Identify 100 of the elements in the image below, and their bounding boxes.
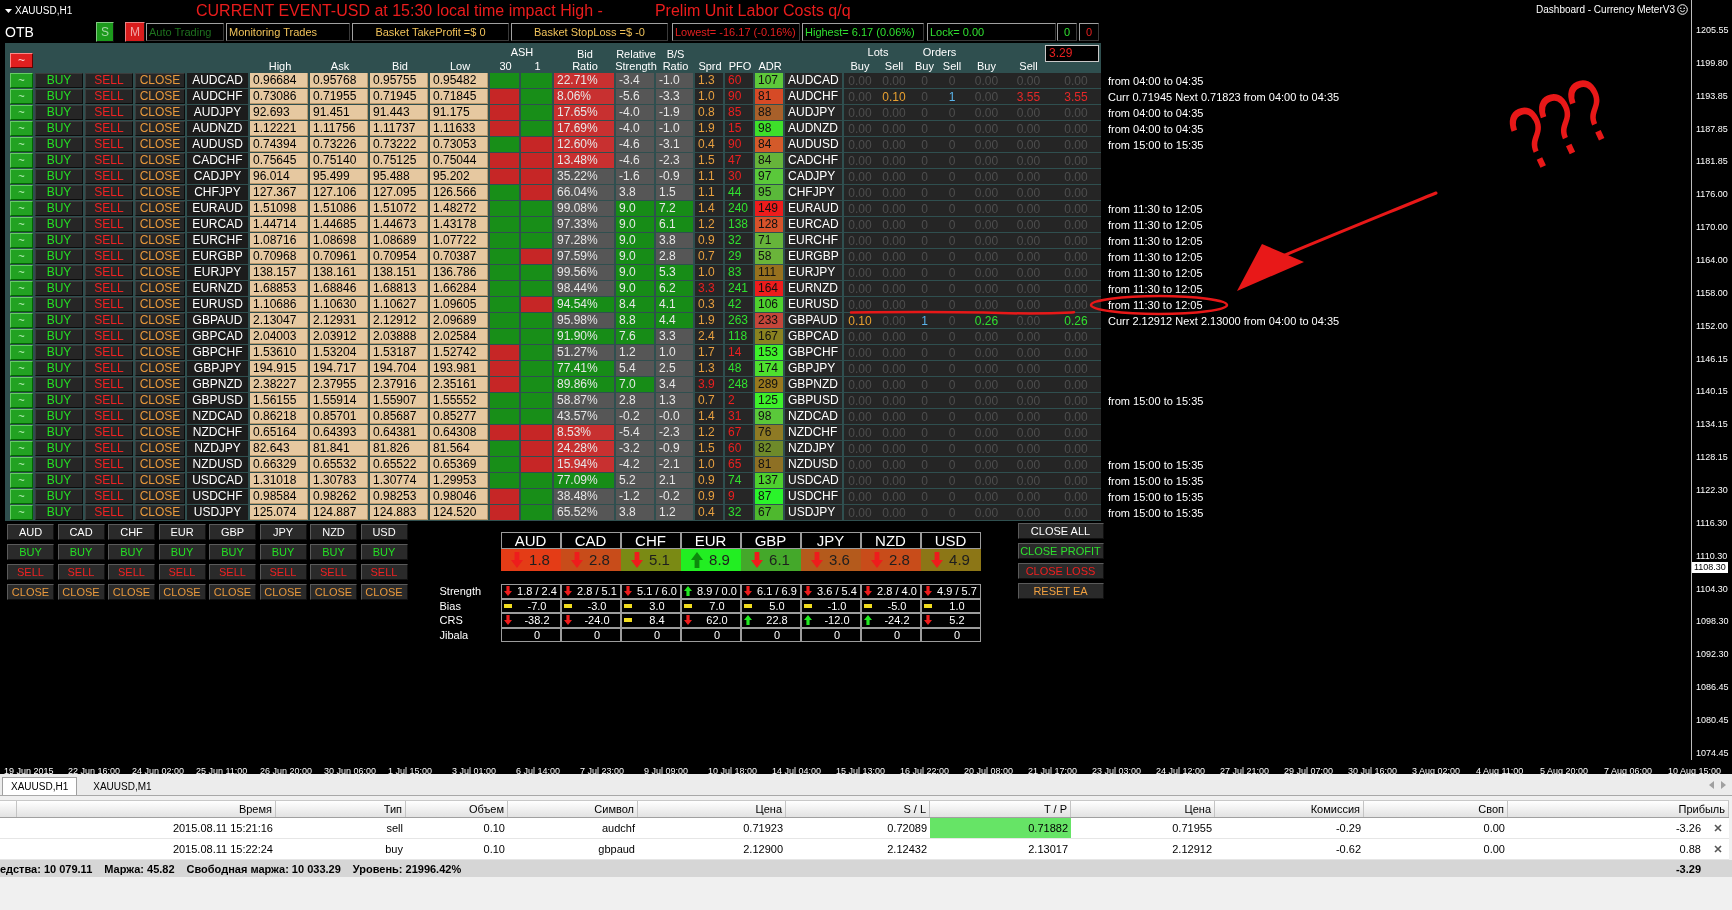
chart-tab[interactable]: XAUUSD,H1 [2,777,78,795]
sell-button[interactable]: SELL [85,393,133,408]
sell-button[interactable]: SELL [85,441,133,456]
buy-button[interactable]: BUY [35,489,83,504]
buy-button[interactable]: BUY [35,73,83,88]
close-button[interactable]: CLOSE [135,377,185,392]
close-button[interactable]: CLOSE [259,584,307,600]
sell-button[interactable]: SELL [85,409,133,424]
close-button[interactable]: CLOSE [135,313,185,328]
close-button[interactable]: CLOSE [135,281,185,296]
buy-button[interactable]: BUY [35,297,83,312]
close-button[interactable]: CLOSE [135,153,185,168]
sell-button[interactable]: SELL [85,457,133,472]
close-button[interactable]: CLOSE [135,217,185,232]
sell-button[interactable]: SELL [85,137,133,152]
close-button[interactable]: CLOSE [57,584,105,600]
sell-button[interactable]: SELL [85,297,133,312]
buy-button[interactable]: BUY [108,544,155,560]
buy-button[interactable]: BUY [35,313,83,328]
buy-button[interactable]: BUY [35,409,83,424]
buy-button[interactable]: BUY [259,544,307,560]
close-button[interactable]: CLOSE [135,329,185,344]
close-button[interactable]: CLOSE [135,361,185,376]
close-icon[interactable] [1714,845,1722,853]
sell-button[interactable]: SELL [85,425,133,440]
close-button[interactable]: CLOSE [135,105,185,120]
close-button[interactable]: CLOSE [135,409,185,424]
close-button[interactable]: CLOSE [135,137,185,152]
buy-button[interactable]: BUY [35,457,83,472]
sell-button[interactable]: SELL [85,121,133,136]
buy-button[interactable]: BUY [209,544,256,560]
sell-button[interactable]: SELL [85,153,133,168]
buy-button[interactable]: BUY [7,544,54,560]
sell-button[interactable]: SELL [85,201,133,216]
close-icon[interactable] [1714,824,1722,832]
buy-button[interactable]: BUY [35,105,83,120]
close-button[interactable]: CLOSE [135,185,185,200]
buy-button[interactable]: BUY [35,281,83,296]
buy-button[interactable]: BUY [35,329,83,344]
buy-button[interactable]: BUY [35,393,83,408]
close-button[interactable]: CLOSE [135,89,185,104]
close-button[interactable]: CLOSE [135,505,185,520]
buy-button[interactable]: BUY [35,217,83,232]
buy-button[interactable]: BUY [35,441,83,456]
sell-button[interactable]: SELL [85,249,133,264]
buy-button[interactable]: BUY [35,233,83,248]
buy-button[interactable]: BUY [35,185,83,200]
sell-button[interactable]: SELL [209,564,256,580]
action-button[interactable]: CLOSE LOSS [1017,563,1104,579]
close-button[interactable]: CLOSE [209,584,256,600]
close-button[interactable]: CLOSE [135,297,185,312]
close-button[interactable]: CLOSE [360,584,408,600]
sell-button[interactable]: SELL [57,564,105,580]
sell-button[interactable]: SELL [85,89,133,104]
sell-button[interactable]: SELL [259,564,307,580]
action-button[interactable]: CLOSE PROFIT [1017,543,1104,559]
sell-button[interactable]: SELL [85,265,133,280]
chart-tab[interactable]: XAUUSD,M1 [84,777,161,795]
close-button[interactable]: CLOSE [135,233,185,248]
sell-button[interactable]: SELL [310,564,357,580]
buy-button[interactable]: BUY [35,137,83,152]
close-button[interactable]: CLOSE [158,584,206,600]
close-button[interactable]: CLOSE [135,121,185,136]
sell-button[interactable]: SELL [85,329,133,344]
buy-button[interactable]: BUY [35,89,83,104]
buy-button[interactable]: BUY [35,121,83,136]
sell-button[interactable]: SELL [85,505,133,520]
sell-button[interactable]: SELL [108,564,155,580]
sell-button[interactable]: SELL [85,185,133,200]
sell-button[interactable]: SELL [85,489,133,504]
buy-button[interactable]: BUY [57,544,105,560]
sell-button[interactable]: SELL [85,361,133,376]
buy-button[interactable]: BUY [35,361,83,376]
buy-button[interactable]: BUY [35,153,83,168]
sell-button[interactable]: SELL [85,313,133,328]
sell-button[interactable]: SELL [85,377,133,392]
close-button[interactable]: CLOSE [135,457,185,472]
close-button[interactable]: CLOSE [135,345,185,360]
buy-button[interactable]: BUY [35,249,83,264]
sell-button[interactable]: SELL [85,473,133,488]
sell-button[interactable]: SELL [158,564,206,580]
close-button[interactable]: CLOSE [135,425,185,440]
sell-button[interactable]: SELL [85,73,133,88]
sell-button[interactable]: SELL [85,169,133,184]
close-button[interactable]: CLOSE [7,584,54,600]
buy-button[interactable]: BUY [35,265,83,280]
sell-button[interactable]: SELL [7,564,54,580]
buy-button[interactable]: BUY [360,544,408,560]
toggle-button[interactable]: ~ [10,53,33,68]
buy-button[interactable]: BUY [35,345,83,360]
action-button[interactable]: RESET EA [1017,583,1104,599]
sell-button[interactable]: SELL [85,233,133,248]
close-button[interactable]: CLOSE [135,265,185,280]
sell-button[interactable]: SELL [360,564,408,580]
caret-icon[interactable] [5,8,12,13]
close-button[interactable]: CLOSE [135,73,185,88]
buy-button[interactable]: BUY [35,201,83,216]
buy-button[interactable]: BUY [35,377,83,392]
action-button[interactable]: CLOSE ALL [1017,523,1104,539]
close-button[interactable]: CLOSE [135,489,185,504]
